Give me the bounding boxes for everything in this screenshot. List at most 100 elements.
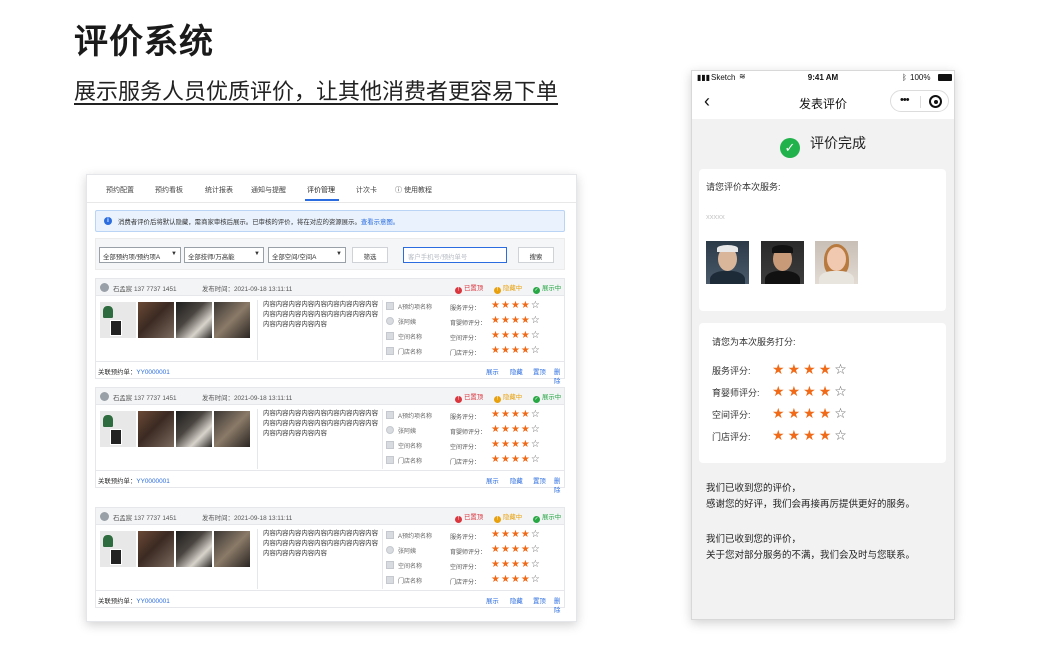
star-filled-icon[interactable]: ★ [491, 454, 501, 465]
star-empty-icon[interactable]: ☆ [834, 361, 850, 377]
star-empty-icon[interactable]: ☆ [531, 424, 541, 435]
action-delete-link[interactable]: 删除 [554, 596, 564, 614]
star-filled-icon[interactable]: ★ [772, 405, 788, 421]
star-filled-icon[interactable]: ★ [819, 383, 835, 399]
star-filled-icon[interactable]: ★ [491, 439, 501, 450]
star-filled-icon[interactable]: ★ [772, 427, 788, 443]
star-filled-icon[interactable]: ★ [511, 300, 521, 311]
action-pin-link[interactable]: 置顶 [533, 476, 546, 485]
star-filled-icon[interactable]: ★ [491, 409, 501, 420]
star-filled-icon[interactable]: ★ [803, 361, 819, 377]
review-photo[interactable] [176, 411, 212, 447]
star-filled-icon[interactable]: ★ [511, 315, 521, 326]
star-empty-icon[interactable]: ☆ [531, 439, 541, 450]
star-filled-icon[interactable]: ★ [803, 427, 819, 443]
filter-button[interactable]: 筛选 [352, 247, 388, 263]
action-show-link[interactable]: 展示 [486, 476, 499, 485]
star-filled-icon[interactable]: ★ [491, 300, 501, 311]
review-photo[interactable] [138, 302, 174, 338]
review-photo[interactable] [138, 411, 174, 447]
technician-avatar-3[interactable] [815, 241, 858, 284]
star-filled-icon[interactable]: ★ [511, 454, 521, 465]
tab-notifications[interactable]: 通知与提醒 [251, 185, 286, 195]
star-empty-icon[interactable]: ☆ [531, 544, 541, 555]
star-filled-icon[interactable]: ★ [819, 427, 835, 443]
star-empty-icon[interactable]: ☆ [834, 405, 850, 421]
space-select[interactable]: 全部空间/空间A ▼ [268, 247, 346, 263]
star-filled-icon[interactable]: ★ [511, 330, 521, 341]
action-pin-link[interactable]: 置顶 [533, 367, 546, 376]
star-filled-icon[interactable]: ★ [501, 544, 511, 555]
star-empty-icon[interactable]: ☆ [531, 409, 541, 420]
star-empty-icon[interactable]: ☆ [531, 300, 541, 311]
star-filled-icon[interactable]: ★ [501, 559, 511, 570]
star-filled-icon[interactable]: ★ [521, 544, 531, 555]
star-filled-icon[interactable]: ★ [501, 300, 511, 311]
star-filled-icon[interactable]: ★ [772, 361, 788, 377]
star-empty-icon[interactable]: ☆ [531, 315, 541, 326]
star-filled-icon[interactable]: ★ [788, 361, 804, 377]
star-filled-icon[interactable]: ★ [511, 345, 521, 356]
star-filled-icon[interactable]: ★ [501, 529, 511, 540]
star-filled-icon[interactable]: ★ [511, 424, 521, 435]
star-filled-icon[interactable]: ★ [521, 300, 531, 311]
tab-punch-card[interactable]: 计次卡 [356, 185, 377, 195]
review-photo[interactable] [100, 302, 136, 338]
review-photo[interactable] [176, 531, 212, 567]
review-input[interactable]: xxxxx [706, 212, 725, 221]
action-pin-link[interactable]: 置顶 [533, 596, 546, 605]
star-filled-icon[interactable]: ★ [501, 409, 511, 420]
star-filled-icon[interactable]: ★ [511, 409, 521, 420]
review-photo[interactable] [138, 531, 174, 567]
star-filled-icon[interactable]: ★ [521, 409, 531, 420]
technician-avatar-2[interactable] [761, 241, 804, 284]
close-target-icon[interactable] [929, 95, 942, 108]
star-filled-icon[interactable]: ★ [521, 454, 531, 465]
order-number-link[interactable]: YY0000001 [136, 369, 169, 376]
search-button[interactable]: 搜索 [518, 247, 554, 263]
star-filled-icon[interactable]: ★ [819, 405, 835, 421]
star-empty-icon[interactable]: ☆ [531, 529, 541, 540]
star-filled-icon[interactable]: ★ [521, 315, 531, 326]
review-photo[interactable] [100, 531, 136, 567]
more-icon[interactable]: ••• [900, 94, 910, 106]
star-empty-icon[interactable]: ☆ [834, 383, 850, 399]
tab-review-management[interactable]: 评价管理 [307, 185, 335, 195]
action-hide-link[interactable]: 隐藏 [510, 367, 523, 376]
star-filled-icon[interactable]: ★ [788, 383, 804, 399]
star-filled-icon[interactable]: ★ [501, 439, 511, 450]
star-filled-icon[interactable]: ★ [521, 574, 531, 585]
action-hide-link[interactable]: 隐藏 [510, 476, 523, 485]
star-empty-icon[interactable]: ☆ [531, 454, 541, 465]
star-filled-icon[interactable]: ★ [491, 529, 501, 540]
review-photo[interactable] [214, 531, 250, 567]
star-empty-icon[interactable]: ☆ [531, 559, 541, 570]
star-filled-icon[interactable]: ★ [511, 544, 521, 555]
star-filled-icon[interactable]: ★ [803, 383, 819, 399]
star-empty-icon[interactable]: ☆ [531, 330, 541, 341]
action-delete-link[interactable]: 删除 [554, 367, 564, 385]
star-filled-icon[interactable]: ★ [511, 529, 521, 540]
action-show-link[interactable]: 展示 [486, 367, 499, 376]
star-filled-icon[interactable]: ★ [501, 424, 511, 435]
search-input[interactable]: 客户手机号/预约单号 [403, 247, 507, 263]
star-empty-icon[interactable]: ☆ [531, 345, 541, 356]
technician-select[interactable]: 全部技师/万高能 ▼ [184, 247, 264, 263]
review-photo[interactable] [100, 411, 136, 447]
review-photo[interactable] [176, 302, 212, 338]
star-filled-icon[interactable]: ★ [521, 345, 531, 356]
star-filled-icon[interactable]: ★ [501, 454, 511, 465]
star-filled-icon[interactable]: ★ [788, 405, 804, 421]
tab-tutorial[interactable]: ⓘ 使用教程 [395, 185, 432, 195]
tab-reports[interactable]: 统计报表 [205, 185, 233, 195]
star-filled-icon[interactable]: ★ [501, 330, 511, 341]
star-filled-icon[interactable]: ★ [491, 424, 501, 435]
star-filled-icon[interactable]: ★ [501, 345, 511, 356]
star-filled-icon[interactable]: ★ [491, 544, 501, 555]
star-filled-icon[interactable]: ★ [511, 439, 521, 450]
notice-link[interactable]: 查看示意图。 [361, 219, 399, 226]
star-filled-icon[interactable]: ★ [511, 559, 521, 570]
action-hide-link[interactable]: 隐藏 [510, 596, 523, 605]
star-filled-icon[interactable]: ★ [521, 439, 531, 450]
star-filled-icon[interactable]: ★ [501, 574, 511, 585]
